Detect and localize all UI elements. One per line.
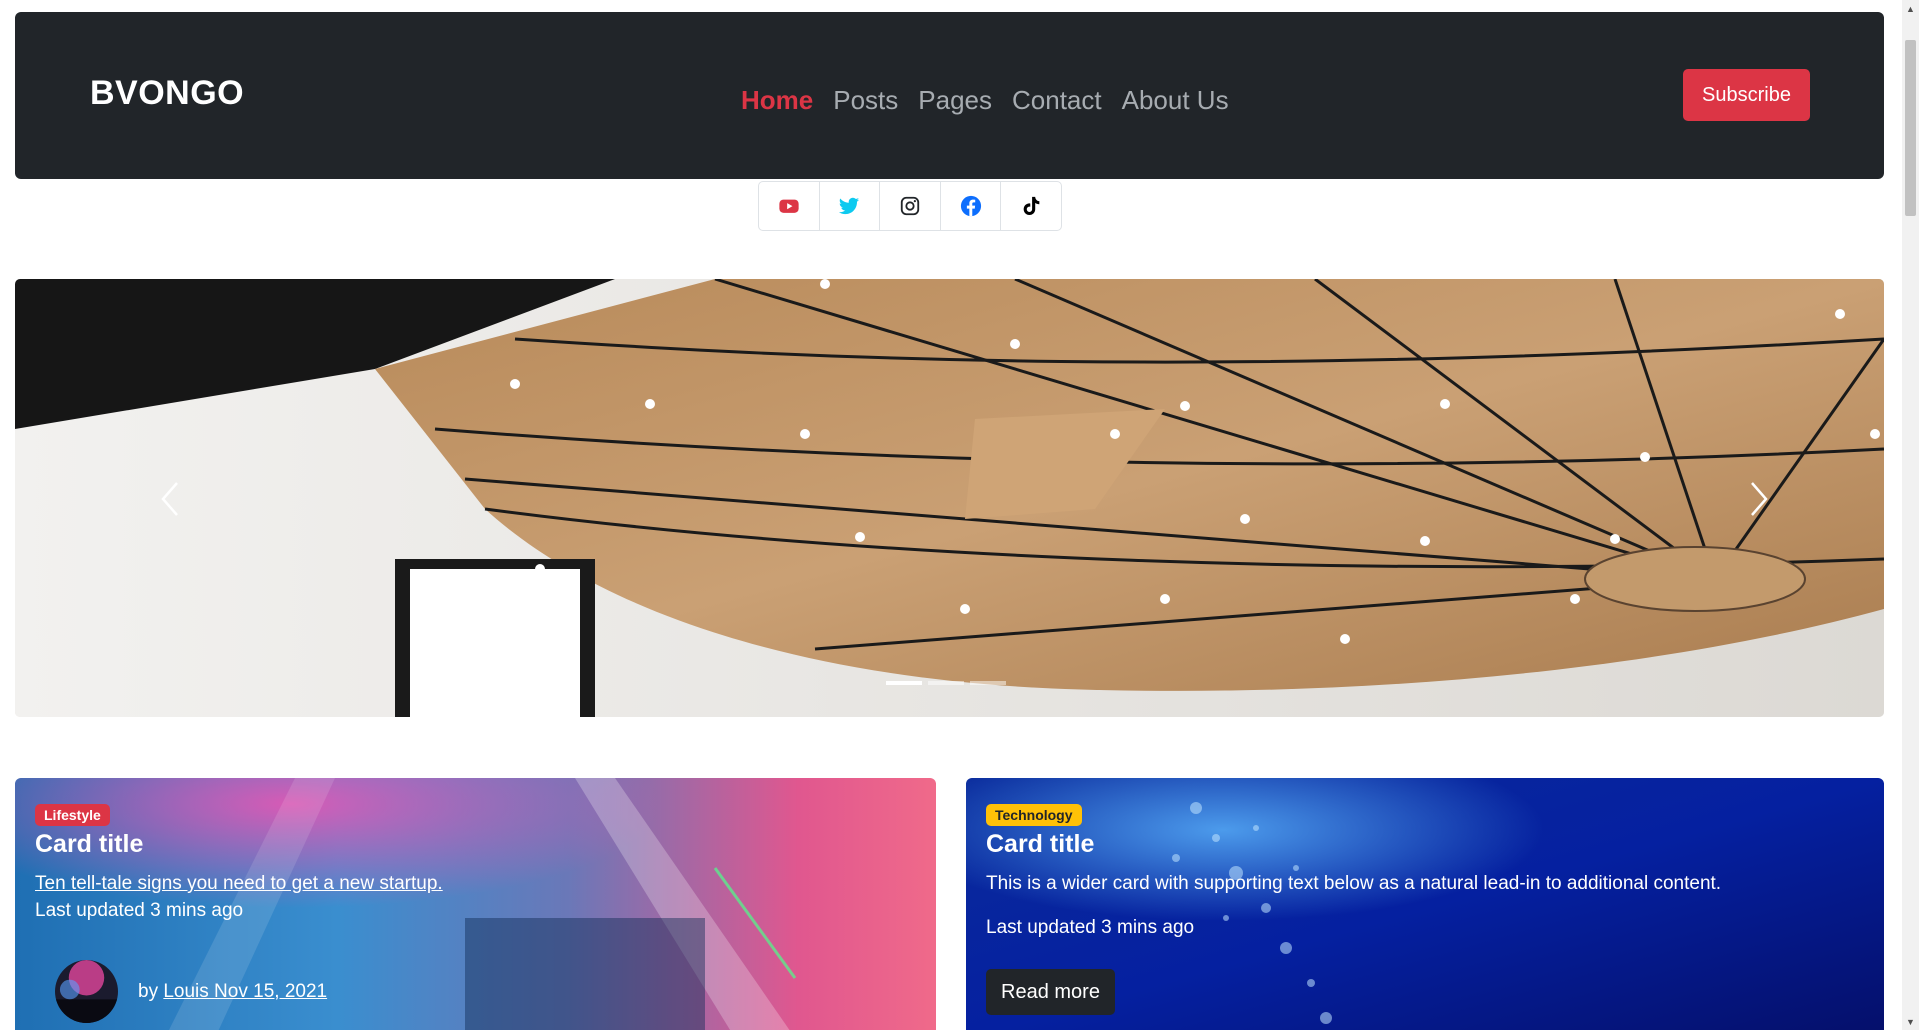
card-body: Lifestyle Card title Ten tell-tale signs… — [35, 804, 916, 922]
read-more-button[interactable]: Read more — [986, 969, 1115, 1015]
instagram-button[interactable] — [880, 182, 941, 230]
card-title: Card title — [35, 830, 144, 858]
card-lifestyle: Lifestyle Card title Ten tell-tale signs… — [15, 778, 936, 1030]
avatar-image — [55, 960, 118, 1023]
carousel-slide-image — [15, 279, 1884, 717]
nav-links: Home Posts Pages Contact About Us — [741, 85, 1229, 116]
instagram-icon — [900, 196, 920, 216]
scroll-down-arrow-icon[interactable]: ▼ — [1902, 1013, 1919, 1030]
byline-prefix: by — [138, 980, 159, 1002]
avatar[interactable] — [55, 960, 118, 1023]
carousel-indicator-3[interactable] — [970, 681, 1006, 685]
youtube-icon — [779, 199, 799, 213]
author-row: by Louis Nov 15, 2021 — [55, 960, 327, 1023]
card-technology: Technology Card title This is a wider ca… — [966, 778, 1884, 1030]
nav-link-contact[interactable]: Contact — [1012, 85, 1102, 116]
card-title: Card title — [986, 830, 1095, 858]
subscribe-button[interactable]: Subscribe — [1683, 69, 1810, 121]
tiktok-button[interactable] — [1001, 182, 1061, 230]
tiktok-icon — [1023, 196, 1040, 215]
author-link[interactable]: Louis Nov 15, 2021 — [163, 981, 327, 1002]
carousel-indicator-2[interactable] — [928, 681, 964, 685]
category-badge: Technology — [986, 804, 1082, 826]
scroll-thumb[interactable] — [1905, 40, 1916, 216]
nav-link-pages[interactable]: Pages — [918, 85, 992, 116]
twitter-button[interactable] — [820, 182, 881, 230]
card-article-link[interactable]: Ten tell-tale signs you need to get a ne… — [35, 873, 443, 895]
card-text: This is a wider card with supporting tex… — [986, 873, 1722, 894]
nav-link-about-us[interactable]: About Us — [1122, 85, 1229, 116]
chevron-right-icon — [1751, 482, 1768, 516]
chevron-left-icon — [161, 482, 178, 516]
hero-carousel[interactable] — [15, 279, 1884, 717]
facebook-button[interactable] — [941, 182, 1002, 230]
card-updated-text: Last updated 3 mins ago — [986, 917, 1195, 938]
page-scrollbar[interactable]: ▲ ▼ — [1902, 0, 1919, 1030]
card-updated-text: Last updated 3 mins ago — [35, 900, 244, 921]
carousel-prev-button[interactable] — [140, 469, 200, 529]
author-byline: by Louis Nov 15, 2021 — [138, 981, 327, 1003]
social-button-group — [758, 181, 1062, 231]
carousel-indicators — [886, 681, 1006, 685]
card-body: Technology Card title This is a wider ca… — [986, 804, 1864, 939]
nav-link-posts[interactable]: Posts — [833, 85, 898, 116]
carousel-next-button[interactable] — [1729, 469, 1789, 529]
youtube-button[interactable] — [759, 182, 820, 230]
scroll-up-arrow-icon[interactable]: ▲ — [1902, 0, 1919, 17]
nav-link-home[interactable]: Home — [741, 85, 813, 116]
category-badge: Lifestyle — [35, 804, 110, 826]
twitter-icon — [839, 197, 860, 215]
navbar: BVONGO Home Posts Pages Contact About Us… — [15, 12, 1884, 179]
facebook-icon — [960, 195, 981, 217]
carousel-indicator-1[interactable] — [886, 681, 922, 685]
brand-logo[interactable]: BVONGO — [90, 74, 244, 113]
